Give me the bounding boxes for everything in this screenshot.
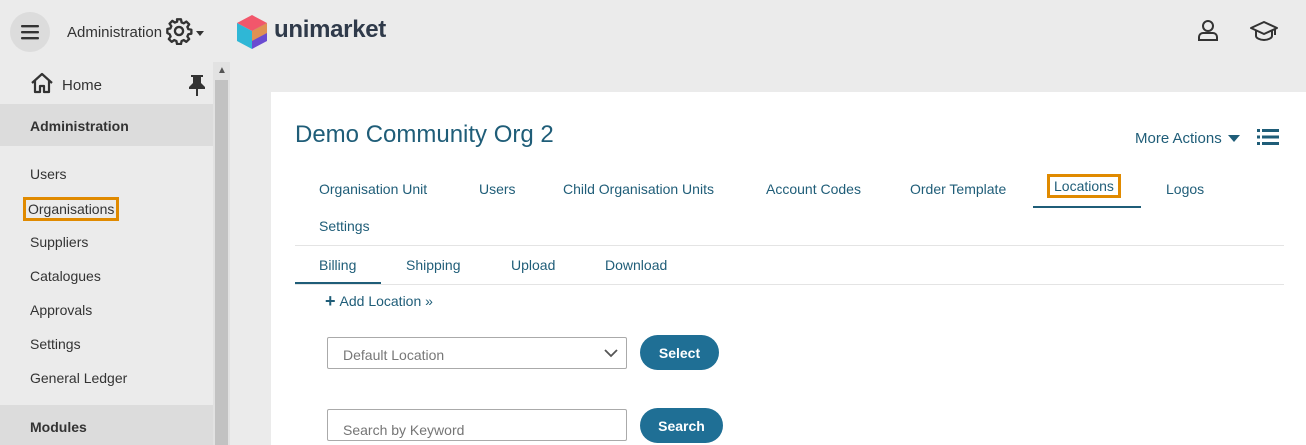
pin-icon[interactable] [188, 74, 206, 96]
sidebar-item-approvals[interactable]: Approvals [30, 302, 92, 318]
top-bar: Administration unimarket [0, 0, 1306, 62]
plus-icon: + [325, 291, 336, 311]
hamburger-menu-button[interactable] [10, 12, 50, 52]
list-icon[interactable] [1257, 128, 1279, 146]
sidebar-item-suppliers[interactable]: Suppliers [30, 234, 88, 250]
add-location-label: Add Location » [339, 293, 433, 309]
sidebar-item-organisations[interactable]: Organisations [22, 197, 120, 221]
brand-name[interactable]: unimarket [274, 16, 386, 44]
subtab-shipping[interactable]: Shipping [406, 257, 461, 273]
sidebar-item-users[interactable]: Users [30, 166, 67, 182]
sidebar-item-label: Home [62, 77, 103, 94]
search-button[interactable]: Search [640, 408, 723, 443]
scrollbar-thumb[interactable] [215, 80, 228, 445]
tab-locations-label: Locations [1047, 174, 1121, 198]
menu-icon [21, 25, 39, 40]
home-icon [31, 72, 53, 94]
tab-child-organisation-units[interactable]: Child Organisation Units [563, 181, 714, 197]
select-button[interactable]: Select [640, 335, 719, 370]
more-actions-label: More Actions [1135, 130, 1222, 147]
location-select[interactable]: Default Location [327, 337, 627, 369]
admin-context-label[interactable]: Administration [67, 24, 162, 41]
sidebar: Home Administration Users Organisations … [0, 62, 213, 445]
tabs-divider [295, 245, 1284, 246]
user-profile-icon[interactable] [1197, 19, 1219, 41]
tab-locations[interactable]: Locations [1033, 173, 1141, 208]
tab-settings[interactable]: Settings [319, 218, 370, 234]
tab-logos[interactable]: Logos [1166, 181, 1204, 197]
search-input[interactable] [327, 409, 627, 441]
sidebar-item-settings[interactable]: Settings [30, 336, 81, 352]
tab-organisation-unit[interactable]: Organisation Unit [319, 181, 427, 197]
subtab-download[interactable]: Download [605, 257, 667, 273]
subtab-billing-label[interactable]: Billing [319, 257, 356, 273]
tab-users[interactable]: Users [479, 181, 516, 197]
tab-account-codes[interactable]: Account Codes [766, 181, 861, 197]
subtab-upload[interactable]: Upload [511, 257, 555, 273]
chevron-down-icon [604, 349, 618, 358]
scroll-up-icon[interactable]: ▲ [217, 65, 227, 76]
more-actions-dropdown[interactable]: More Actions [1135, 130, 1240, 147]
sidebar-section-administration[interactable]: Administration [0, 104, 213, 146]
chevron-down-icon[interactable] [196, 31, 204, 36]
sidebar-item-home[interactable]: Home [0, 62, 213, 104]
sidebar-item-catalogues[interactable]: Catalogues [30, 268, 101, 284]
gear-icon[interactable] [165, 17, 193, 45]
unimarket-logo-icon [237, 15, 267, 49]
subtabs-divider [295, 284, 1284, 285]
graduation-cap-icon[interactable] [1250, 20, 1278, 42]
tab-order-template[interactable]: Order Template [910, 181, 1006, 197]
main-panel: Demo Community Org 2 More Actions Organi… [271, 92, 1306, 445]
caret-down-icon [1227, 135, 1240, 142]
sidebar-item-general-ledger[interactable]: General Ledger [30, 370, 127, 386]
location-select-value: Default Location [343, 347, 445, 363]
page-title: Demo Community Org 2 [295, 121, 554, 148]
add-location-link[interactable]: + Add Location » [325, 291, 433, 311]
sidebar-section-modules[interactable]: Modules [0, 405, 213, 445]
sidebar-scrollbar[interactable]: ▲ [213, 62, 230, 445]
